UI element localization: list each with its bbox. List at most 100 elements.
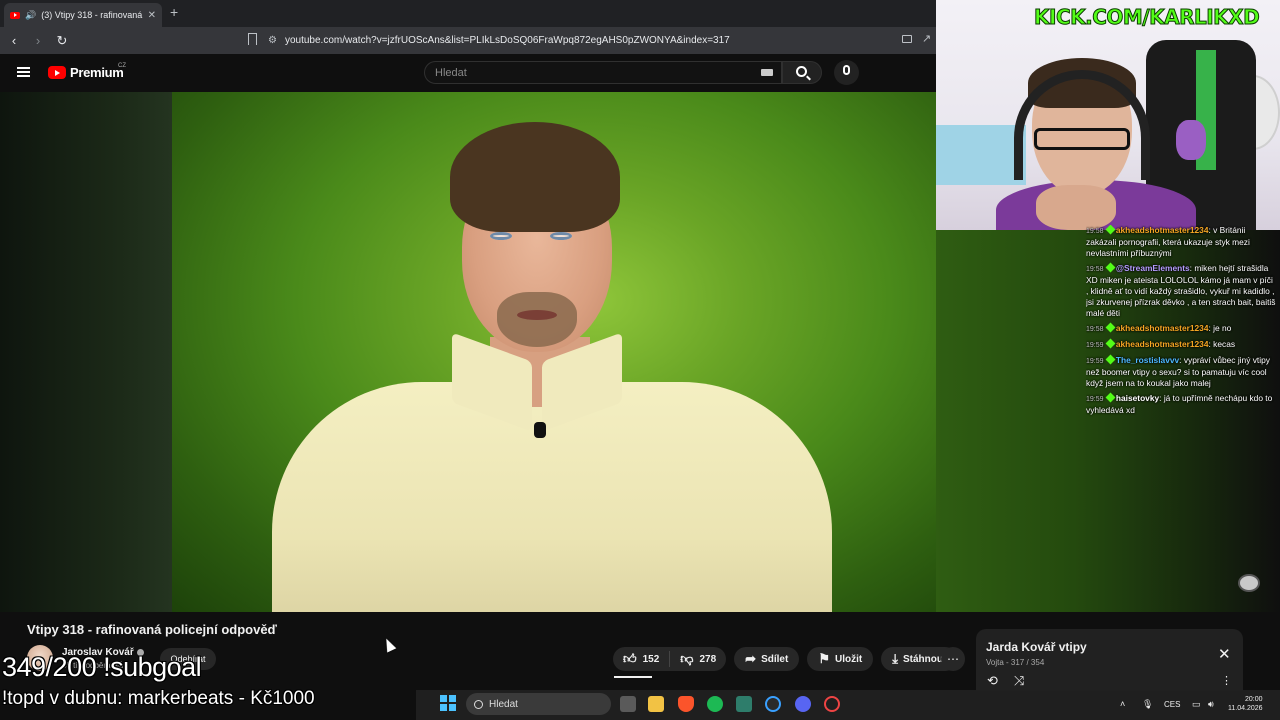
chat-username[interactable]: akheadshotmaster1234 [1116, 225, 1209, 235]
game-client-icon[interactable] [824, 696, 840, 712]
url-field[interactable]: ⚙ youtube.com/watch?v=jzfrUOScAns&list=P… [268, 31, 896, 49]
spotify-icon[interactable] [707, 696, 723, 712]
browser-tab[interactable]: 🔊 (3) Vtipy 318 - rafinovaná poli ✕ [4, 3, 162, 27]
taskbar-search-placeholder: Hledat [489, 698, 518, 710]
like-button[interactable]: 👍︎ 152 [613, 647, 669, 671]
logo-country-code: CZ [118, 63, 126, 69]
playlist-close-icon[interactable]: ✕ [1218, 645, 1231, 663]
webcam-hand [1036, 185, 1116, 230]
dislike-count: 278 [699, 653, 717, 665]
thumbs-up-icon: 👍︎ [623, 651, 637, 666]
chat-message: 19:58 akheadshotmaster1234: je no [1086, 322, 1232, 333]
chat-text: je no [1213, 323, 1232, 333]
chat-message: 19:59 haisetovky: já to upřímně nechápu … [1086, 392, 1273, 415]
speaker-icon[interactable]: 🔊 [25, 10, 36, 21]
download-label: Stáhnout [902, 653, 947, 665]
chat-time: 19:58 [1086, 326, 1104, 333]
taskbar-search[interactable]: Hledat [466, 693, 611, 715]
chat-username[interactable]: haisetovky [1116, 393, 1159, 403]
clock-time: 20:00 [1244, 696, 1263, 703]
chat-badge-icon [1105, 392, 1116, 403]
url-text[interactable]: youtube.com/watch?v=jzfrUOScAns&list=PLI… [285, 35, 730, 46]
ccleaner-icon[interactable] [765, 696, 781, 712]
playlist-subtitle: Vojta - 317 / 354 [986, 658, 1045, 667]
download-icon: ⤓ [892, 651, 898, 666]
volume-icon[interactable]: 🔊︎ [1208, 699, 1214, 710]
chat-username[interactable]: The_rostislavvv [1116, 355, 1179, 365]
video-letterbox-left [0, 92, 172, 612]
chat-time: 19:59 [1086, 342, 1104, 349]
video-player[interactable] [172, 92, 936, 612]
youtube-play-icon [48, 66, 66, 79]
new-tab-button[interactable]: + [170, 4, 178, 20]
chat-badge-icon [1105, 338, 1116, 349]
playlist-more-icon[interactable]: ⋮ [1221, 674, 1232, 687]
chat-time: 19:58 [1086, 228, 1104, 235]
kick-url-overlay: KICK.COM/KARLIKXD [1033, 5, 1260, 30]
file-explorer-icon[interactable] [648, 696, 664, 712]
clock-date: 11.04.2026 [1228, 705, 1263, 712]
emote-face-icon [1238, 574, 1260, 592]
chat-badge-icon [1105, 322, 1116, 333]
taskbar-clock[interactable]: 20:00 11.04.2026 [1228, 695, 1263, 713]
more-actions-button[interactable]: ⋯ [941, 647, 965, 671]
playlist-title[interactable]: Jarda Kovář vtipy [986, 640, 1087, 654]
webcam-bed [936, 125, 1026, 185]
site-info-icon[interactable]: ⚙ [268, 35, 277, 46]
chat-time: 19:59 [1086, 396, 1104, 403]
subgoal-overlay: 349/200 !subgoal [2, 652, 202, 682]
share-arrow-icon: ➦ [745, 651, 757, 666]
task-view-icon[interactable] [620, 696, 636, 712]
bookmark-icon[interactable] [248, 33, 257, 45]
streamer-webcam [936, 0, 1280, 230]
tray-mic-icon[interactable]: 🎙︎ [1142, 699, 1153, 710]
chat-badge-icon [1105, 354, 1116, 365]
brave-browser-icon[interactable] [678, 696, 694, 712]
chat-text: kecas [1213, 339, 1236, 349]
dislike-button[interactable]: 👎︎ 278 [670, 647, 726, 671]
webcam-plush-toy [1176, 120, 1206, 160]
chat-badge-icon [1105, 225, 1116, 235]
input-language[interactable]: CES [1164, 700, 1180, 709]
discord-icon[interactable] [795, 696, 811, 712]
keyboard-icon[interactable] [761, 69, 773, 76]
microphone-icon[interactable] [843, 65, 850, 75]
presenter-eye-left [490, 232, 512, 240]
thumbs-down-icon: 👎︎ [680, 651, 694, 666]
chat-badge-icon [1105, 262, 1116, 273]
tab-title: (3) Vtipy 318 - rafinovaná poli [41, 10, 143, 20]
chat-message: 19:59 The_rostislavvv: vypráví vůbec jin… [1086, 354, 1270, 388]
logo-text: Premium [70, 65, 124, 80]
share-button[interactable]: ➦ Sdílet [734, 647, 800, 671]
cast-icon[interactable] [902, 35, 912, 43]
loop-icon[interactable]: ⟲ [987, 673, 998, 689]
save-bookmark-icon: ⚑ [818, 651, 830, 666]
hamburger-menu-icon[interactable] [17, 67, 30, 77]
shuffle-icon[interactable]: ⤨ [1014, 673, 1024, 689]
windows-start-icon[interactable] [440, 695, 456, 711]
mouse-cursor-icon [381, 636, 397, 653]
search-icon[interactable] [796, 66, 807, 77]
network-icon[interactable]: ▭ [1192, 699, 1201, 710]
like-underline [614, 676, 652, 678]
forward-arrow-icon[interactable]: › [28, 33, 48, 48]
reload-icon[interactable]: ↻ [52, 33, 72, 49]
lavalier-mic [534, 422, 546, 438]
share-page-icon[interactable]: ↗ [922, 32, 931, 45]
save-button[interactable]: ⚑ Uložit [807, 647, 874, 671]
app-icon[interactable] [736, 696, 752, 712]
share-label: Sdílet [761, 653, 789, 665]
chat-username[interactable]: akheadshotmaster1234 [1116, 339, 1209, 349]
chat-message: 19:59 akheadshotmaster1234: kecas [1086, 338, 1236, 349]
chat-message: 19:58 akheadshotmaster1234: v Británii z… [1086, 225, 1250, 258]
chat-username[interactable]: @StreamElements [1116, 263, 1190, 273]
youtube-favicon-icon [10, 11, 20, 19]
search-input[interactable]: Hledat [424, 61, 782, 84]
youtube-logo[interactable]: Premium [48, 65, 124, 80]
back-arrow-icon[interactable]: ‹ [4, 33, 24, 48]
tab-close-icon[interactable]: ✕ [148, 10, 156, 21]
chat-username[interactable]: akheadshotmaster1234 [1116, 323, 1209, 333]
like-count: 152 [642, 653, 660, 665]
tray-chevron-icon[interactable]: ˄ [1120, 699, 1125, 709]
video-title: Vtipy 318 - rafinovaná policejní odpověď [27, 622, 277, 637]
